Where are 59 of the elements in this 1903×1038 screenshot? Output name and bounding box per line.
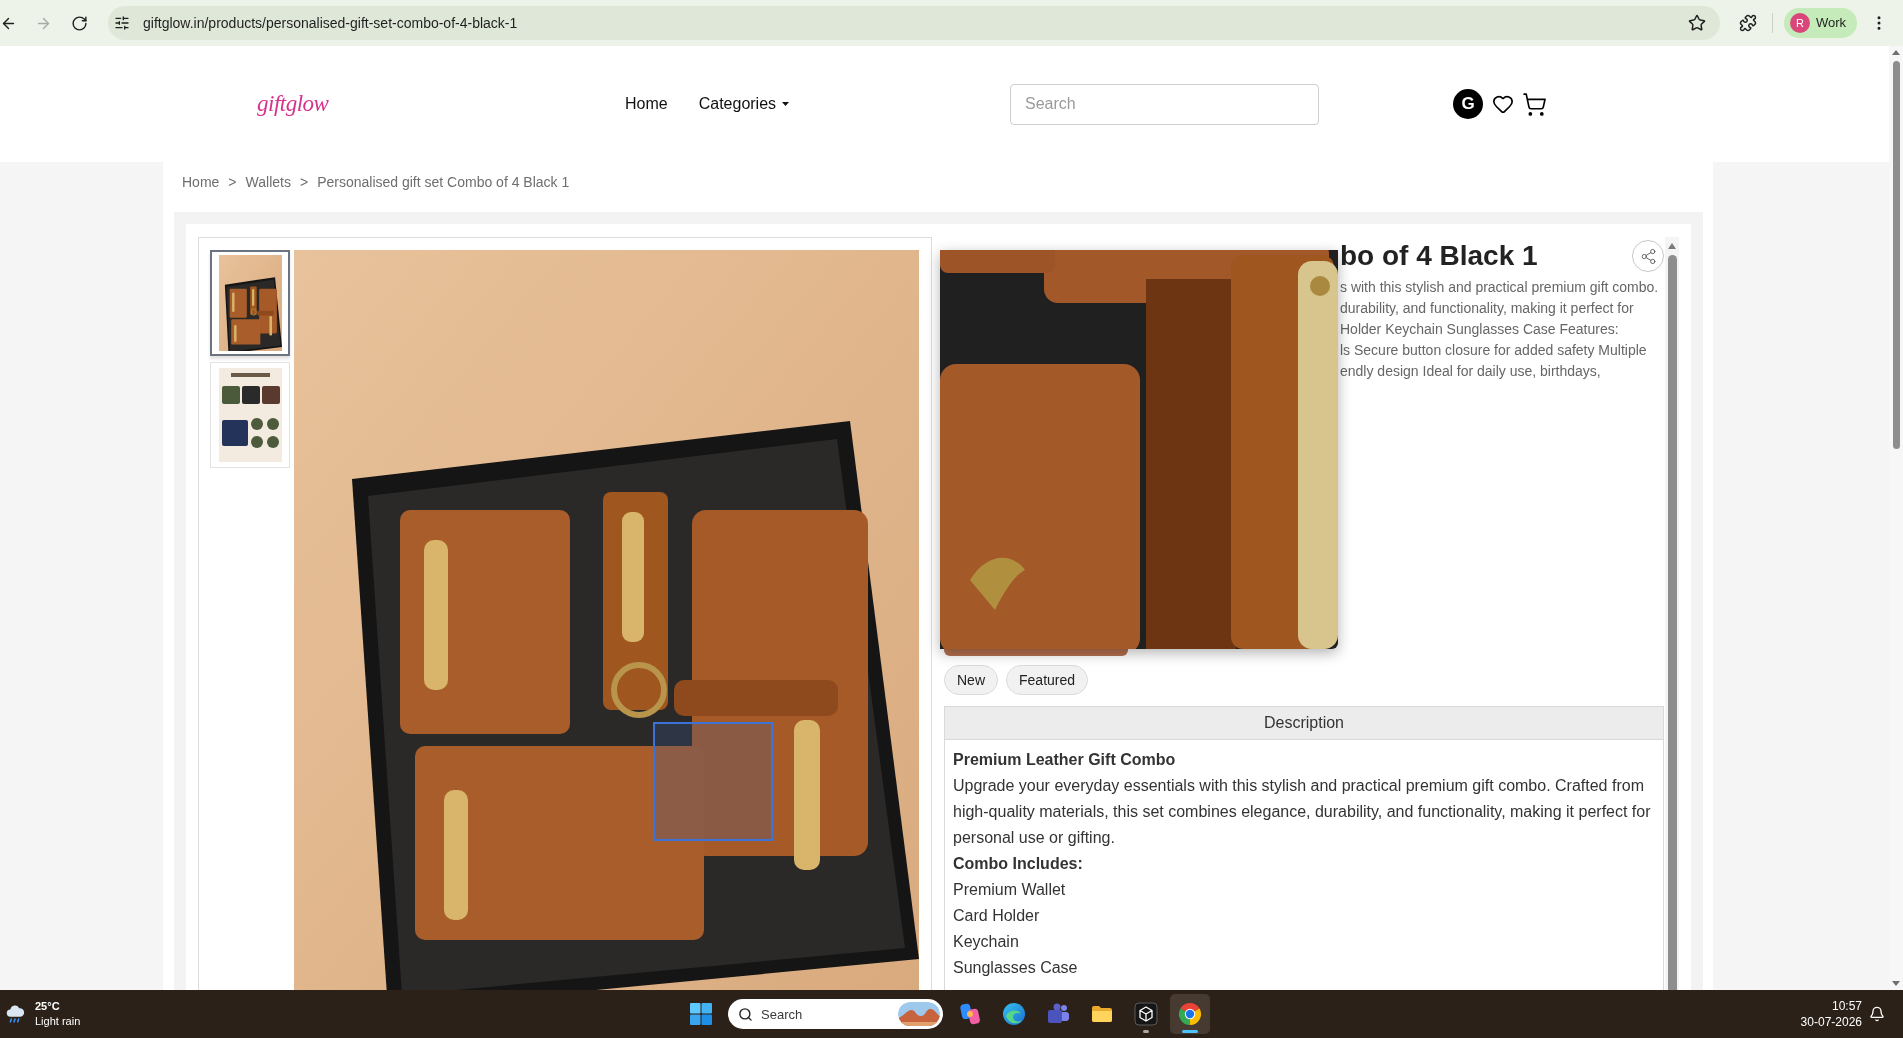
clock-date: 30-07-2026: [1800, 1014, 1862, 1030]
reload-icon[interactable]: [71, 14, 88, 32]
summary-text: s with this stylish and practical premium gift combo.: [1340, 278, 1660, 297]
breadcrumb-link[interactable]: Home: [182, 171, 220, 193]
account-avatar[interactable]: G: [1453, 89, 1483, 119]
included-item: Keychain: [953, 932, 1020, 952]
url-text: giftglow.in/products/personalised-gift-set-combo-of-4-black-1: [143, 13, 518, 33]
address-bar[interactable]: giftglow.in/products/personalised-gift-set-combo-of-4-black-1: [108, 6, 1720, 40]
breadcrumb-link[interactable]: Wallets: [245, 171, 291, 193]
site-info-icon[interactable]: [114, 15, 130, 31]
summary-text: endly design Ideal for daily use, birthdays,: [1340, 362, 1602, 381]
swirl-icon: [958, 1002, 982, 1026]
share-button[interactable]: [1632, 240, 1664, 272]
scrollbar-thumb[interactable]: [1667, 255, 1677, 990]
description-heading: Description: [945, 707, 1663, 740]
extensions-icon[interactable]: [1739, 14, 1757, 32]
site-logo[interactable]: giftglow: [257, 86, 329, 122]
profile-avatar: R: [1790, 13, 1810, 33]
summary-text: Holder Keychain Sunglasses Case Features:: [1340, 320, 1620, 339]
wave-logo-icon: [1002, 1002, 1026, 1026]
clock-time: 10:57: [1831, 998, 1862, 1014]
summary-text: ls Secure button closure for added safety Multiple: [1340, 341, 1648, 360]
circle-logo-icon: [1178, 1002, 1202, 1026]
included-item: Premium Wallet: [953, 880, 1067, 900]
start-icon[interactable]: [689, 1002, 713, 1026]
scroll-up-icon[interactable]: [1668, 243, 1676, 249]
bookmark-star-icon[interactable]: [1688, 14, 1706, 32]
search-icon: [738, 1006, 753, 1022]
cart-icon[interactable]: [1522, 91, 1547, 117]
scroll-up-icon[interactable]: [1892, 50, 1900, 55]
thumbnail[interactable]: [210, 250, 290, 356]
caret-icon: [782, 102, 790, 106]
profile-button[interactable]: R Work: [1784, 8, 1858, 38]
search-field[interactable]: Search: [1010, 83, 1319, 125]
included-item: Card Holder: [953, 906, 1041, 926]
nav-link[interactable]: Home: [625, 92, 668, 116]
tag: Featured: [1006, 665, 1089, 695]
product-title: bo of 4 Black 1: [1340, 240, 1538, 272]
taskbar-app-button[interactable]: [1170, 994, 1210, 1034]
nav-dropdown[interactable]: Categories: [698, 92, 790, 116]
scroll-down-icon[interactable]: [1892, 981, 1900, 986]
bell-icon[interactable]: [1869, 1006, 1885, 1022]
weather-temperature: 25°C: [35, 999, 61, 1014]
breadcrumb-current: Personalised gift set Combo of 4 Black 1: [317, 172, 570, 192]
cloud-rain-icon[interactable]: [4, 1003, 26, 1025]
breadcrumb-separator: >: [299, 172, 309, 192]
included-item: Sunglasses Case: [953, 958, 1079, 978]
description-title: Premium Leather Gift Combo: [953, 750, 1177, 770]
share-icon: [1639, 247, 1657, 265]
description-text: Upgrade your everyday essentials with this stylish and practical premium gift combo. Crafted from high-quality materials, this set combines elegance, durability, and functionality, making it perfect for personal use or gifting.: [953, 776, 1652, 848]
weather-condition: Light rain: [35, 1014, 81, 1029]
tag: New: [944, 665, 998, 695]
scrollbar-thumb[interactable]: [1892, 61, 1900, 449]
people-icon: [1046, 1002, 1070, 1026]
includes-heading: Combo Includes:: [953, 854, 1084, 874]
heart-icon[interactable]: [1492, 93, 1514, 115]
cube-icon: [1134, 1002, 1158, 1026]
summary-text: durability, and functionality, making it perfect for: [1340, 299, 1635, 318]
breadcrumb-separator: >: [228, 172, 237, 192]
